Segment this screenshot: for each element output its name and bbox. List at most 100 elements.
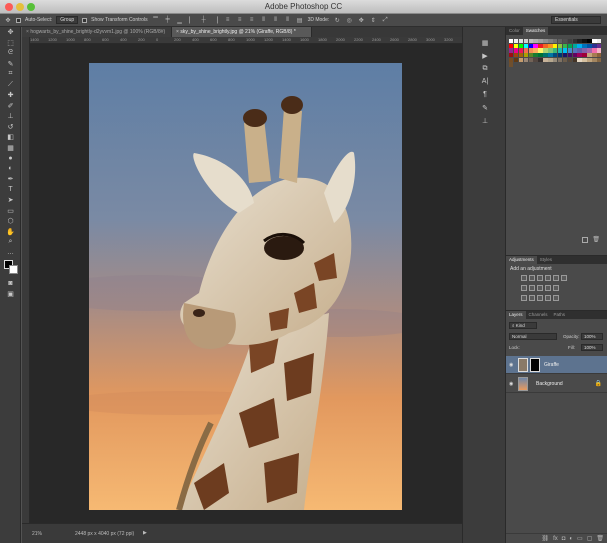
status-menu-arrow-icon[interactable]: ▶ xyxy=(143,530,147,536)
delete-layer-icon[interactable]: 🗑 xyxy=(596,535,604,542)
levels-icon[interactable] xyxy=(529,275,535,281)
swatch[interactable] xyxy=(577,57,582,63)
channel-mixer-icon[interactable] xyxy=(545,285,551,291)
spot-healing-tool-icon[interactable]: ✚ xyxy=(0,90,21,101)
tab-layers[interactable]: Layers xyxy=(506,311,526,319)
fill-input[interactable]: 100% xyxy=(581,344,603,351)
3d-tool-icon[interactable]: ⬡ xyxy=(0,216,21,227)
swatch[interactable] xyxy=(557,57,563,63)
photo-filter-icon[interactable] xyxy=(537,285,543,291)
distribute-top-icon[interactable]: ≡ xyxy=(224,17,232,24)
opacity-input[interactable]: 100% xyxy=(581,333,603,340)
properties-panel-icon[interactable]: ⧉ xyxy=(478,63,492,74)
auto-select-dropdown[interactable]: Group xyxy=(56,16,79,24)
swatch[interactable] xyxy=(533,57,538,63)
history-panel-icon[interactable]: ▦ xyxy=(478,37,492,48)
visibility-eye-icon[interactable]: ◉ xyxy=(509,381,514,387)
exposure-icon[interactable] xyxy=(545,275,551,281)
swatch[interactable] xyxy=(587,57,592,63)
swatch[interactable] xyxy=(509,62,514,67)
visibility-eye-icon[interactable]: ◉ xyxy=(509,362,514,368)
hand-tool-icon[interactable]: ✋ xyxy=(0,227,21,238)
background-color[interactable] xyxy=(9,265,18,274)
swatch[interactable] xyxy=(567,57,573,63)
swatch[interactable] xyxy=(562,57,568,63)
blur-tool-icon[interactable]: ● xyxy=(0,153,21,164)
auto-select-checkbox[interactable] xyxy=(16,17,21,23)
swatch[interactable] xyxy=(513,57,519,63)
new-adjustment-icon[interactable]: ◐ xyxy=(569,536,573,542)
history-brush-tool-icon[interactable]: ↺ xyxy=(0,122,21,133)
align-left-icon[interactable]: ▏ xyxy=(188,17,196,24)
black-white-icon[interactable] xyxy=(529,285,535,291)
gradient-tool-icon[interactable]: ▦ xyxy=(0,143,21,154)
brightness-contrast-icon[interactable] xyxy=(521,275,527,281)
align-right-icon[interactable]: ▕ xyxy=(212,17,220,24)
swatch[interactable] xyxy=(592,57,597,63)
layer-mask-thumbnail[interactable] xyxy=(530,358,540,372)
shape-tool-icon[interactable]: ▭ xyxy=(0,206,21,217)
eyedropper-tool-icon[interactable]: ⟋ xyxy=(0,80,21,91)
swatch[interactable] xyxy=(572,57,577,63)
tab-paths[interactable]: Paths xyxy=(551,311,569,319)
3d-scale-icon[interactable]: ⤢ xyxy=(381,17,389,24)
hue-saturation-icon[interactable] xyxy=(561,275,567,281)
crop-tool-icon[interactable]: ⌗ xyxy=(0,69,21,80)
vibrance-icon[interactable] xyxy=(553,275,559,281)
selective-color-icon[interactable] xyxy=(545,295,551,301)
3d-rotate-icon[interactable]: ↻ xyxy=(333,17,341,24)
workspace-dropdown[interactable]: Essentials xyxy=(551,16,601,24)
distribute-right-icon[interactable]: ⦀ xyxy=(284,17,292,24)
zoom-tool-icon[interactable]: ⌕ xyxy=(0,237,21,248)
paragraph-panel-icon[interactable]: ¶ xyxy=(478,89,492,100)
character-panel-icon[interactable]: A| xyxy=(478,76,492,87)
pen-tool-icon[interactable]: ✒ xyxy=(0,174,21,185)
filter-kind-dropdown[interactable]: ⌕ Kind xyxy=(509,322,537,329)
new-layer-icon[interactable]: ▢ xyxy=(587,535,593,542)
screen-mode-icon[interactable]: ▣ xyxy=(0,289,21,300)
align-center-icon[interactable]: ┼ xyxy=(200,17,208,24)
dodge-tool-icon[interactable]: ◐ xyxy=(0,164,21,175)
distribute-left-icon[interactable]: ⦀ xyxy=(260,17,268,24)
3d-drag-icon[interactable]: ✥ xyxy=(357,17,365,24)
posterize-icon[interactable] xyxy=(529,295,535,301)
threshold-icon[interactable] xyxy=(537,295,543,301)
distribute-center-icon[interactable]: ⦀ xyxy=(272,17,280,24)
clone-stamp-tool-icon[interactable]: ⊥ xyxy=(0,111,21,122)
swatch[interactable] xyxy=(582,57,587,63)
3d-roll-icon[interactable]: ◎ xyxy=(345,17,353,24)
curves-icon[interactable] xyxy=(537,275,543,281)
clone-source-panel-icon[interactable]: ⊥ xyxy=(478,115,492,126)
tab-adjustments[interactable]: Adjustments xyxy=(506,256,537,264)
delete-swatch-icon[interactable]: 🗑 xyxy=(592,236,600,243)
swatch[interactable] xyxy=(543,57,548,63)
actions-panel-icon[interactable]: ▶ xyxy=(478,50,492,61)
blend-mode-dropdown[interactable]: Normal xyxy=(509,333,557,340)
swatch[interactable] xyxy=(518,57,524,63)
brush-tool-icon[interactable]: ✐ xyxy=(0,101,21,112)
auto-align-icon[interactable]: ▤ xyxy=(296,17,304,24)
distribute-bottom-icon[interactable]: ≡ xyxy=(248,17,256,24)
move-tool-icon[interactable]: ✥ xyxy=(4,17,12,24)
close-tab-icon[interactable]: × xyxy=(176,29,179,35)
marquee-tool-icon[interactable]: ⬚ xyxy=(0,38,21,49)
new-swatch-icon[interactable] xyxy=(582,237,588,243)
ruler-vertical[interactable] xyxy=(22,37,30,523)
brush-panel-icon[interactable]: ✎ xyxy=(478,102,492,113)
swatch[interactable] xyxy=(553,57,558,63)
close-tab-icon[interactable]: × xyxy=(26,29,29,35)
tab-swatches[interactable]: Swatches xyxy=(522,27,549,35)
3d-slide-icon[interactable]: ⇕ xyxy=(369,17,377,24)
more-tools-icon[interactable]: … xyxy=(0,248,21,259)
align-bottom-icon[interactable]: ▁ xyxy=(176,17,184,24)
link-layers-icon[interactable]: ⛓ xyxy=(541,535,549,542)
swatch[interactable] xyxy=(548,57,553,63)
quick-select-tool-icon[interactable]: ✎ xyxy=(0,59,21,70)
path-select-tool-icon[interactable]: ➤ xyxy=(0,195,21,206)
tab-color[interactable]: Color xyxy=(506,27,523,35)
swatch[interactable] xyxy=(538,57,543,63)
color-lookup-icon[interactable] xyxy=(553,285,559,291)
zoom-level[interactable]: 21% xyxy=(32,531,42,537)
quick-mask-icon[interactable]: ◙ xyxy=(0,278,21,289)
doc-tab-sky[interactable]: × sky_by_shine_brightly.jpg @ 21% (Giraf… xyxy=(172,27,312,37)
